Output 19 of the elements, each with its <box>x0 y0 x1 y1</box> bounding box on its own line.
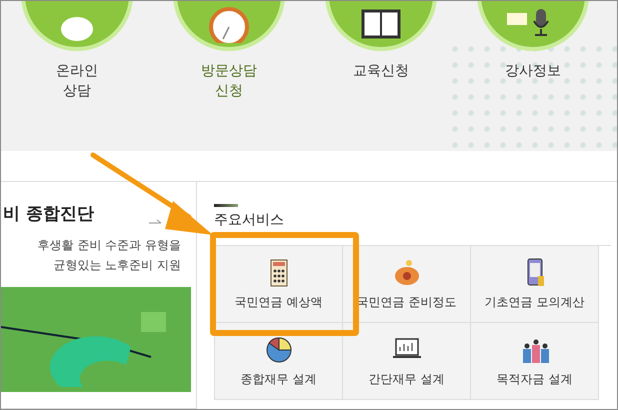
service-label: 간단재무 설계 <box>368 370 444 388</box>
service-label: 국민연금 준비정도 <box>356 294 456 310</box>
shortcut-link[interactable]: 온라인 상담 <box>56 61 98 101</box>
shortcut-link[interactable]: 교육신청 <box>353 61 409 81</box>
service-tile[interactable]: 간단재무 설계 <box>343 323 471 400</box>
panel-title: 비 종합진단 <box>3 203 94 225</box>
service-tile[interactable]: 종합재무 설계 <box>215 323 343 400</box>
shortcut-link[interactable]: 강사정보 <box>505 61 561 81</box>
service-label: 종합재무 설계 <box>240 370 316 388</box>
panel-description: 후생활 준비 수준과 유형을 균형있는 노후준비 지원 <box>36 237 181 274</box>
service-label: 기초연금 모의계산 <box>484 294 584 310</box>
service-tile[interactable]: 기초연금 모의계산 <box>471 246 599 323</box>
service-tile[interactable]: 국민연금 예상액 <box>215 246 343 323</box>
shortcut-link[interactable]: 방문상담 신청 <box>201 61 257 101</box>
service-tile[interactable]: 국민연금 준비정도 <box>343 246 471 323</box>
service-label: 국민연금 예상액 <box>234 294 322 310</box>
service-tile[interactable]: 목적자금 설계 <box>471 323 599 400</box>
section-heading: 주요서비스 <box>214 211 285 229</box>
service-label: 목적자금 설계 <box>496 370 572 388</box>
